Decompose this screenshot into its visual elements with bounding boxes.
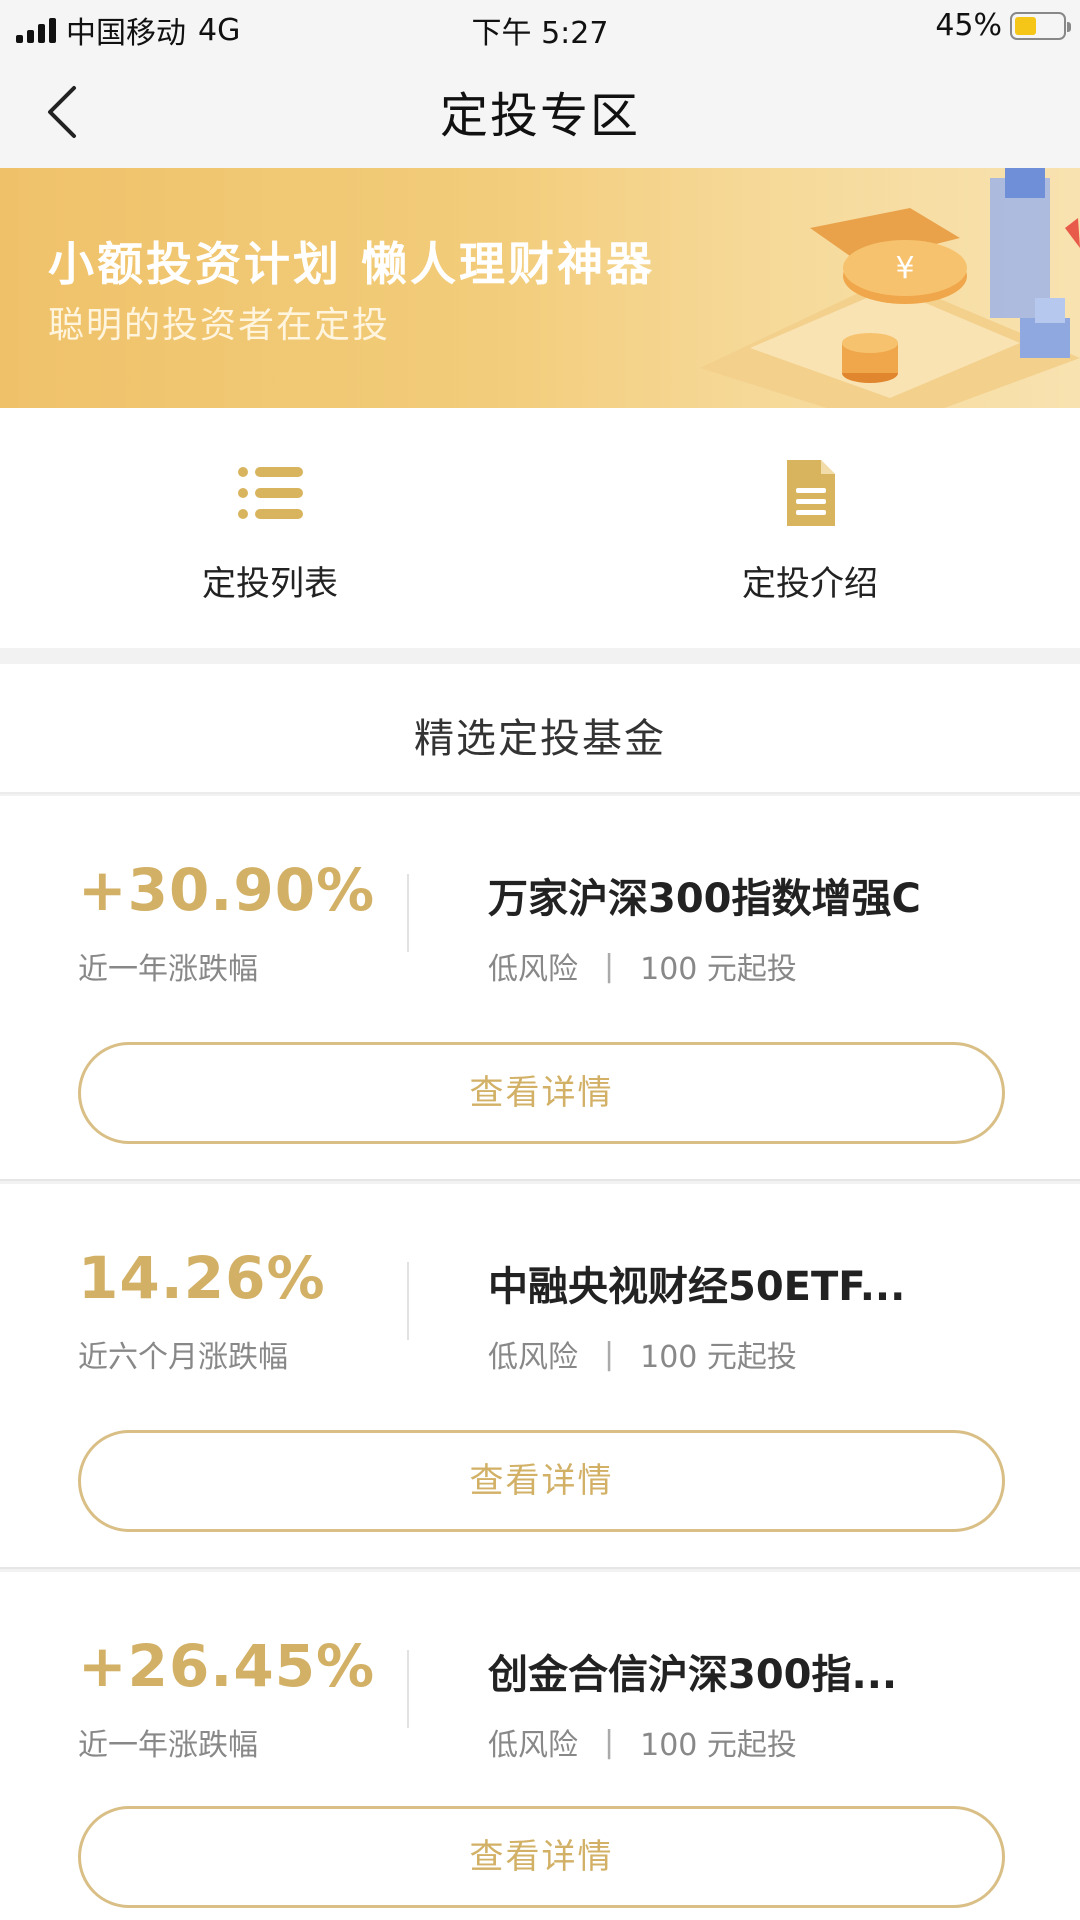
quick-menu: 定投列表 定投介绍 [0, 408, 1080, 648]
status-bar: 中国移动 4G 下午 5:27 45% [0, 0, 1080, 54]
fund-name: 创金合信沪深300指... [488, 1652, 898, 1698]
view-details-button[interactable]: 查看详情 [78, 1042, 1005, 1144]
svg-text:¥: ¥ [895, 251, 914, 286]
list-icon [238, 467, 303, 519]
divider [407, 874, 409, 952]
quick-item-label: 定投列表 [202, 564, 338, 604]
fund-name: 万家沪深300指数增强C [488, 876, 921, 922]
quick-item-fixed-invest-list[interactable]: 定投列表 [0, 408, 540, 648]
fund-card: 14.26% 近六个月涨跌幅 中融央视财经50ETF... 低风险 | 100 … [0, 1184, 1080, 1569]
fund-return-period: 近六个月涨跌幅 [78, 1340, 288, 1375]
page-title: 定投专区 [439, 88, 640, 144]
fund-name: 中融央视财经50ETF... [488, 1264, 906, 1310]
fund-meta: 低风险 | 100 元起投 [488, 1720, 797, 1764]
fund-return-rate: +30.90% [78, 856, 376, 924]
fund-return-period: 近一年涨跌幅 [78, 952, 258, 987]
status-right: 45% [935, 8, 1071, 43]
document-icon [787, 460, 835, 526]
quick-item-label: 定投介绍 [742, 564, 878, 604]
investment-illustration-icon: ¥ [700, 168, 1080, 408]
section-title: 精选定投基金 [414, 716, 666, 762]
fund-card: +30.90% 近一年涨跌幅 万家沪深300指数增强C 低风险 | 100 元起… [0, 796, 1080, 1181]
banner-title: 小额投资计划 懒人理财神器 [48, 237, 656, 291]
banner-subtitle: 聪明的投资者在定投 [48, 305, 391, 346]
quick-item-fixed-invest-intro[interactable]: 定投介绍 [540, 408, 1080, 648]
fund-risk: 低风险 [488, 1340, 578, 1375]
fund-risk: 低风险 [488, 952, 578, 987]
divider [407, 1262, 409, 1340]
promo-banner[interactable]: 小额投资计划 懒人理财神器 聪明的投资者在定投 ¥ [0, 168, 1080, 408]
fund-min-invest: 100 元起投 [640, 1728, 797, 1763]
meta-separator: | [604, 1724, 615, 1760]
meta-separator: | [604, 1336, 615, 1372]
fund-return-rate: +26.45% [78, 1632, 376, 1700]
fund-meta: 低风险 | 100 元起投 [488, 944, 797, 988]
fund-meta: 低风险 | 100 元起投 [488, 1332, 797, 1376]
view-details-button[interactable]: 查看详情 [78, 1430, 1005, 1532]
battery-icon [1010, 11, 1071, 40]
view-details-button[interactable]: 查看详情 [78, 1806, 1005, 1908]
fund-card: +26.45% 近一年涨跌幅 创金合信沪深300指... 低风险 | 100 元… [0, 1572, 1080, 1920]
fund-return-rate: 14.26% [78, 1244, 326, 1312]
section-header: 精选定投基金 [0, 664, 1080, 794]
fund-return-period: 近一年涨跌幅 [78, 1728, 258, 1763]
fund-min-invest: 100 元起投 [640, 1340, 797, 1375]
fund-min-invest: 100 元起投 [640, 952, 797, 987]
battery-percent: 45% [935, 8, 1002, 43]
meta-separator: | [604, 948, 615, 984]
status-time: 下午 5:27 [471, 16, 609, 51]
fund-risk: 低风险 [488, 1728, 578, 1763]
nav-bar: 定投专区 [0, 54, 1080, 168]
battery-fill [1015, 16, 1036, 35]
divider [407, 1650, 409, 1728]
